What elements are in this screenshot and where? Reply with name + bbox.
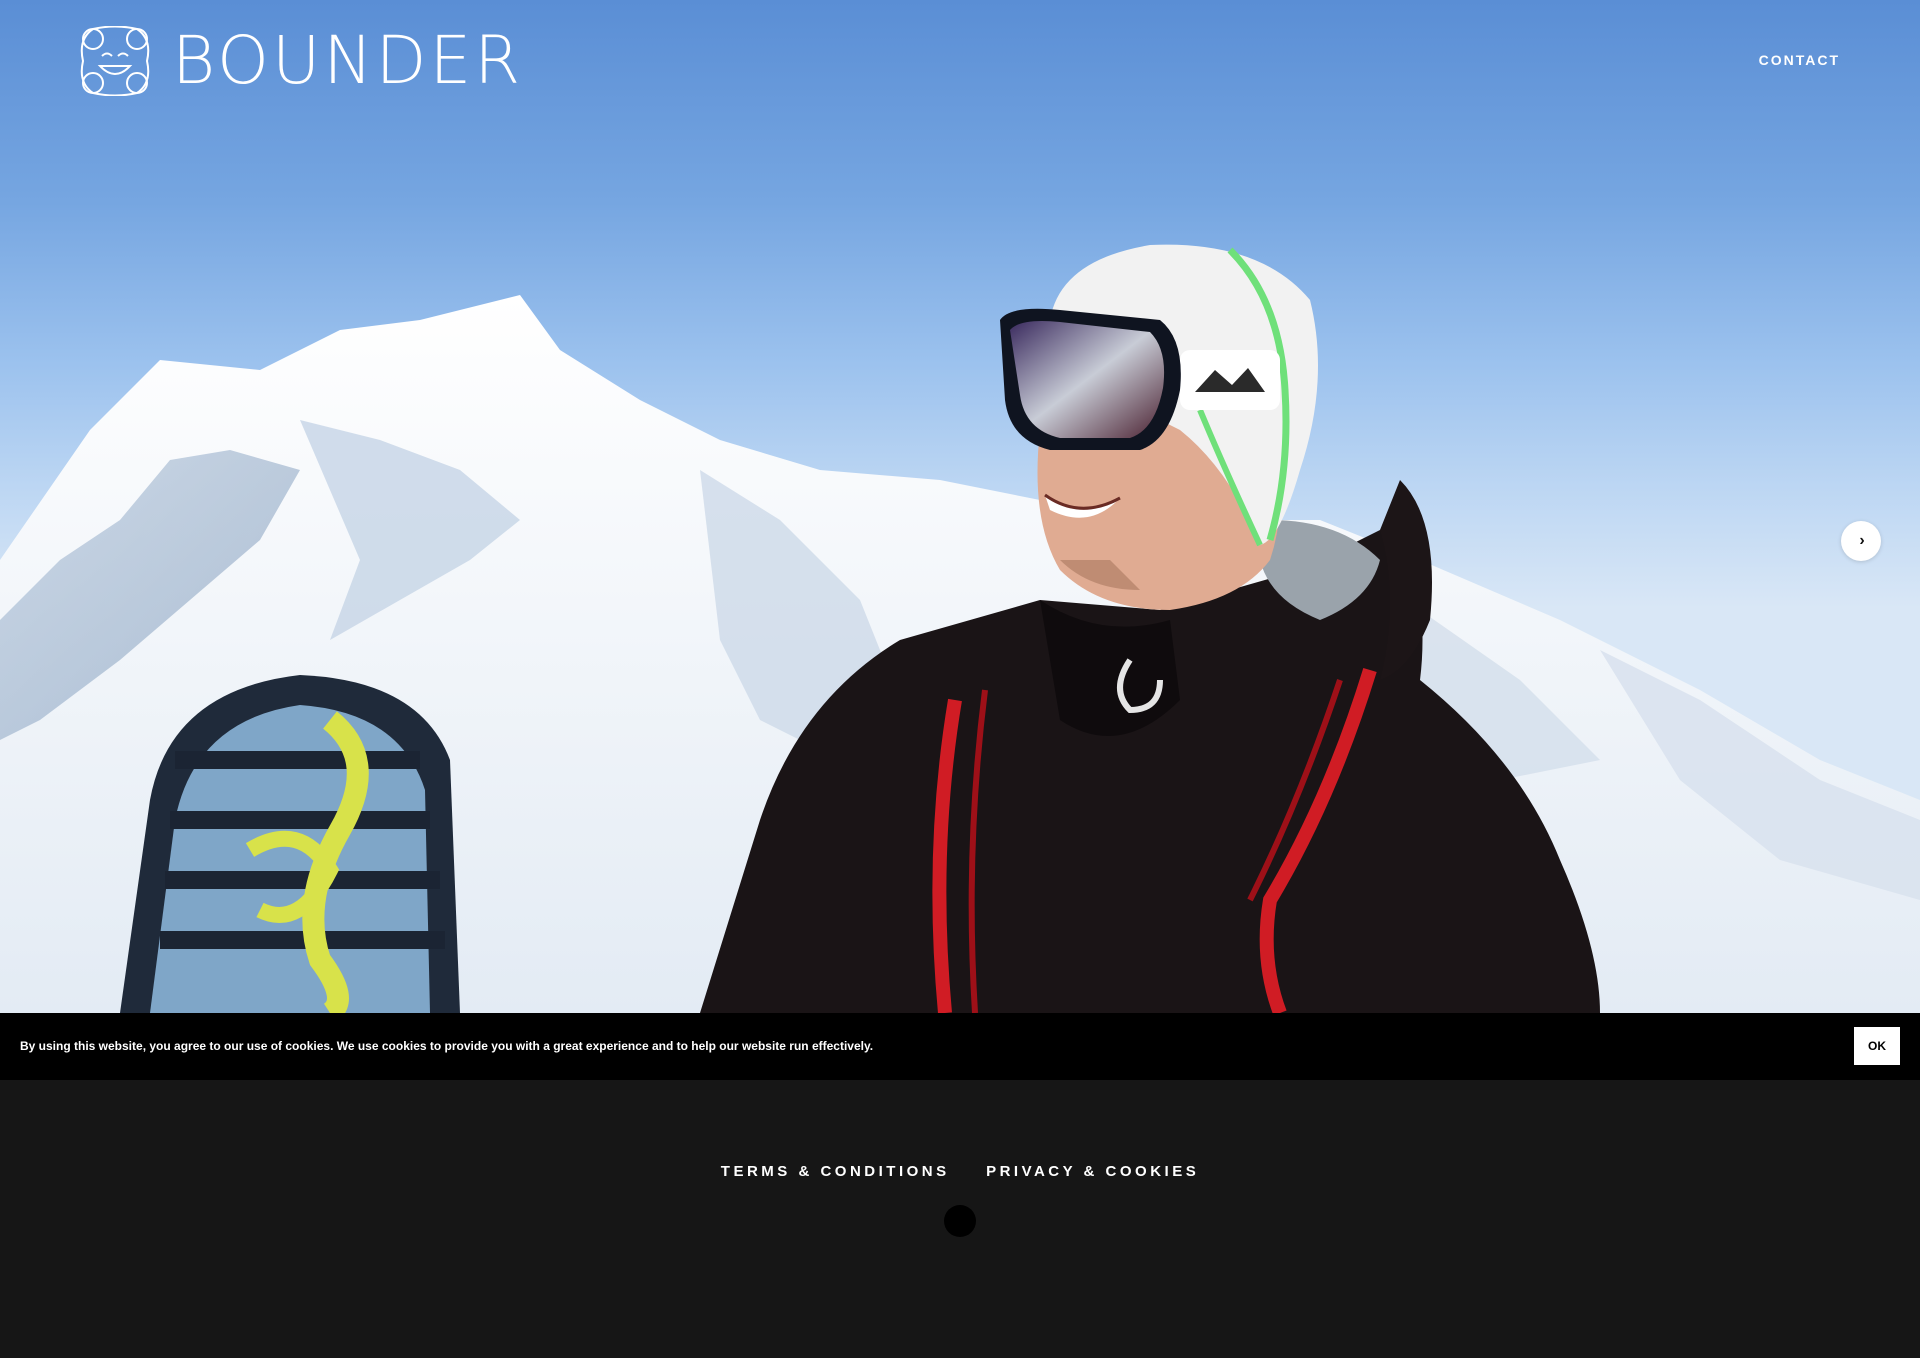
brand-logo[interactable]: BOUNDER — [80, 26, 523, 96]
bounder-face-icon — [80, 26, 150, 96]
hero-image: BOUNDER CONTACT › — [0, 0, 1920, 1013]
footer-links: TERMS & CONDITIONS PRIVACY & COOKIES — [0, 1163, 1920, 1181]
nav-contact-link[interactable]: CONTACT — [1759, 52, 1840, 68]
site-header: BOUNDER CONTACT — [0, 0, 1920, 130]
brand-name: BOUNDER — [172, 22, 524, 99]
footer-link-terms[interactable]: TERMS & CONDITIONS — [721, 1163, 950, 1180]
cookie-message: By using this website, you agree to our … — [20, 1039, 874, 1053]
cookie-banner: By using this website, you agree to our … — [0, 1013, 1920, 1080]
hero-photo-scene — [0, 244, 1920, 1013]
footer-dot — [944, 1205, 976, 1237]
cookie-ok-button[interactable]: OK — [1854, 1027, 1900, 1065]
chevron-right-icon: › — [1859, 532, 1865, 549]
slider-next-button[interactable]: › — [1841, 521, 1881, 561]
footer-link-privacy[interactable]: PRIVACY & COOKIES — [986, 1163, 1199, 1180]
